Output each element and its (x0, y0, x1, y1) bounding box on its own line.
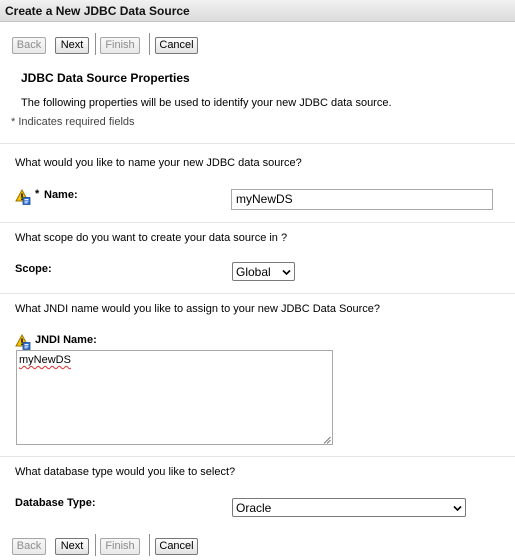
dbtype-select-value: Oracle (236, 500, 272, 515)
finish-button[interactable]: Finish (100, 538, 140, 555)
back-button[interactable]: Back (12, 538, 46, 555)
page-title: Create a New JDBC Data Source (0, 0, 515, 22)
finish-button[interactable]: Finish (100, 37, 140, 54)
dbtype-select[interactable]: Oracle (232, 498, 466, 517)
name-label: Name: (44, 189, 78, 201)
bottom-toolbar: Back Next Finish Cancel (0, 534, 515, 558)
toolbar-separator (149, 33, 150, 55)
section-description: The following properties will be used to… (21, 97, 392, 109)
jndi-textarea[interactable]: myNewDS (16, 350, 333, 445)
divider (0, 456, 515, 457)
name-question: What would you like to name your new JDB… (15, 157, 302, 169)
cancel-button[interactable]: Cancel (155, 37, 198, 54)
dbtype-question: What database type would you like to sel… (15, 466, 236, 478)
scope-select[interactable]: Global (232, 262, 295, 281)
scope-select-value: Global (236, 264, 271, 279)
scope-question: What scope do you want to create your da… (15, 232, 288, 244)
toolbar-separator (95, 534, 96, 556)
dbtype-label: Database Type: (15, 497, 96, 509)
jndi-question: What JNDI name would you like to assign … (15, 303, 380, 315)
divider (0, 222, 515, 223)
divider (0, 293, 515, 294)
warning-help-icon[interactable] (15, 333, 31, 350)
name-input[interactable]: myNewDS (231, 189, 493, 210)
chevron-down-icon (453, 501, 462, 515)
warning-help-icon[interactable] (15, 188, 31, 205)
required-note: * Indicates required fields (11, 116, 135, 128)
back-button[interactable]: Back (12, 37, 46, 54)
jndi-label: JNDI Name: (35, 334, 97, 346)
scope-label: Scope: (15, 263, 52, 275)
toolbar-separator (95, 33, 96, 55)
divider (0, 143, 515, 144)
cancel-button[interactable]: Cancel (155, 538, 198, 555)
next-button[interactable]: Next (55, 538, 89, 555)
chevron-down-icon (282, 265, 291, 279)
top-toolbar: Back Next Finish Cancel (0, 33, 515, 57)
section-heading: JDBC Data Source Properties (21, 71, 190, 85)
required-marker: * (35, 188, 40, 200)
toolbar-separator (149, 534, 150, 556)
resize-grip-icon[interactable] (323, 435, 331, 444)
next-button[interactable]: Next (55, 37, 89, 54)
jndi-textarea-value: myNewDS (19, 354, 71, 366)
